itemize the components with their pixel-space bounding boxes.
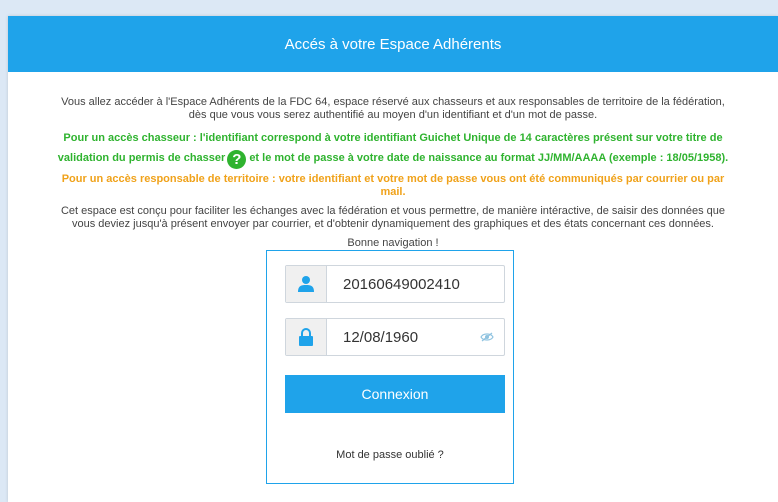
description-line-1: Cet espace est conçu pour faciliter les …: [60, 205, 726, 217]
info-content: Vous allez accéder à l'Espace Adhérents …: [8, 72, 778, 249]
chasseur-info: Pour un accès chasseur : l'identifiant c…: [22, 128, 764, 169]
eye-slash-icon[interactable]: [478, 329, 496, 345]
chasseur-line-2b: et le mot de passe à votre date de naiss…: [249, 152, 729, 164]
username-input[interactable]: [341, 274, 475, 294]
password-input[interactable]: [341, 327, 475, 347]
chasseur-line-2a: validation du permis de chasser: [57, 152, 226, 164]
description-text: Cet espace est conçu pour faciliter les …: [22, 205, 764, 231]
page-title: Accés à votre Espace Adhérents: [284, 35, 502, 53]
territoire-info: Pour un accès responsable de territoire …: [22, 173, 764, 199]
intro-text: Vous allez accéder à l'Espace Adhérents …: [22, 96, 764, 122]
intro-line-2: dès que vous vous serez authentifié au m…: [188, 109, 598, 121]
greeting-text: Bonne navigation !: [347, 237, 439, 249]
user-icon: [286, 266, 327, 302]
territoire-line-2: mail.: [380, 186, 406, 198]
connexion-button[interactable]: Connexion: [285, 375, 505, 413]
description-line-2: vous deviez jusqu'à présent envoyer par …: [72, 218, 714, 230]
intro-line-1: Vous allez accéder à l'Espace Adhérents …: [61, 96, 725, 108]
panel-header: Accés à votre Espace Adhérents: [8, 16, 778, 72]
username-field: [285, 265, 505, 303]
territoire-line-1: Pour un accès responsable de territoire …: [61, 173, 725, 185]
password-field: [285, 318, 505, 356]
forgot-password-link[interactable]: Mot de passe oublié ?: [267, 449, 513, 461]
lock-icon: [286, 319, 327, 355]
help-icon[interactable]: ?: [227, 150, 247, 169]
login-form: Connexion Mot de passe oublié ?: [266, 250, 514, 484]
chasseur-line-1: Pour un accès chasseur : l'identifiant c…: [63, 132, 723, 144]
